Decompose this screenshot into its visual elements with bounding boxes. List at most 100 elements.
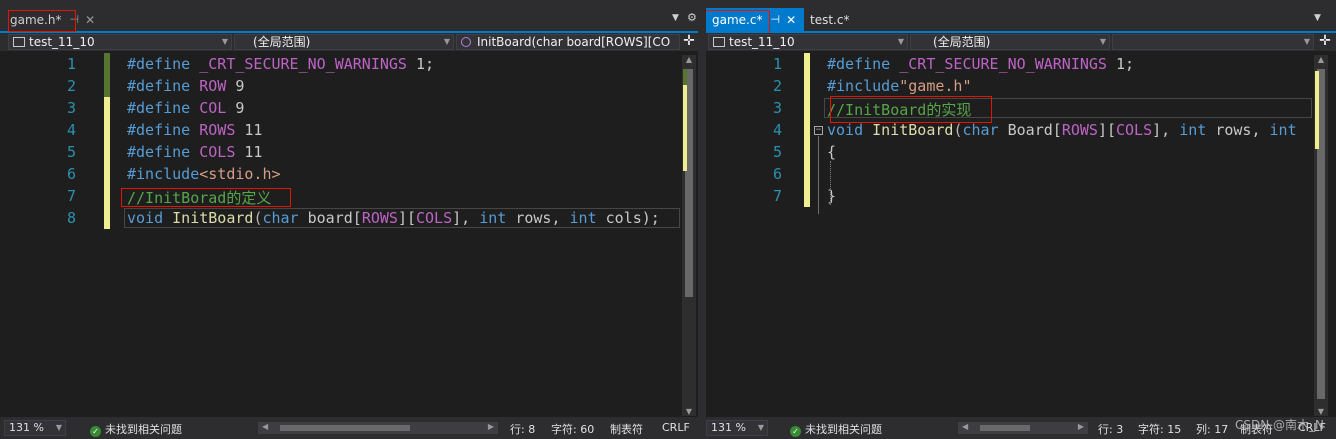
vertical-scrollbar[interactable]: ▲ ▼	[682, 55, 696, 416]
change-marker	[104, 53, 110, 75]
right-code-editor[interactable]: 1 #define _CRT_SECURE_NO_WARNINGS 1; 2 #inc…	[706, 53, 1336, 416]
line-number: 1	[66, 55, 76, 73]
chevron-down-icon: ▼	[897, 37, 904, 46]
project-combo[interactable]: test_11_10 ▼	[708, 34, 908, 50]
line-indicator[interactable]: 行: 8	[510, 421, 535, 437]
change-marker	[1315, 71, 1319, 149]
scroll-right-icon[interactable]: ▶	[488, 422, 494, 431]
code-token: InitBoard	[872, 121, 954, 139]
zoom-combo[interactable]: 131 % ▼	[706, 420, 768, 436]
code-token: char	[962, 121, 1008, 139]
code-line[interactable]: }	[827, 187, 836, 205]
horizontal-scrollbar[interactable]: ◀ ▶	[258, 422, 498, 434]
line-indicator[interactable]: 行: 3	[1098, 421, 1123, 437]
change-marker	[804, 53, 810, 75]
code-token: "game.h"	[899, 77, 972, 95]
change-marker	[104, 163, 110, 185]
code-line[interactable]: #define ROW 9	[127, 77, 244, 95]
code-token: #define	[127, 77, 200, 95]
pin-icon[interactable]: ⊣	[770, 13, 780, 26]
brace-guide	[830, 161, 831, 205]
left-code-editor[interactable]: 1 #define _CRT_SECURE_NO_WARNINGS 1; 2 #def…	[0, 53, 698, 416]
code-token: _CRT_SECURE_NO_WARNINGS	[199, 55, 407, 73]
tab-list-dropdown-icon[interactable]: ▼	[672, 13, 679, 23]
member-combo[interactable]: ▼	[1112, 34, 1314, 50]
close-icon[interactable]: ✕	[786, 13, 796, 27]
scroll-down-icon[interactable]: ▼	[682, 407, 696, 416]
left-editor-pane: game.h* ⊣ ✕ ▼ ⚙ test_11_10 ▼ (全局范围) ▼ Init…	[0, 0, 698, 439]
scope-combo[interactable]: (全局范围) ▼	[910, 34, 1110, 50]
gear-icon[interactable]: ⚙	[687, 11, 697, 24]
code-line[interactable]: #define _CRT_SECURE_NO_WARNINGS 1;	[127, 55, 434, 73]
split-window-icon[interactable]: ✛	[682, 34, 696, 50]
line-number: 5	[772, 143, 782, 161]
code-line[interactable]: #define ROWS 11	[127, 121, 262, 139]
project-icon	[713, 37, 725, 47]
check-icon: ✓	[90, 426, 101, 437]
member-combo[interactable]: InitBoard(char board[ROWS][CO	[456, 34, 680, 50]
change-marker	[804, 185, 810, 207]
scroll-thumb[interactable]	[280, 425, 410, 431]
code-token: #define	[127, 55, 200, 73]
code-token: rows,	[1215, 121, 1270, 139]
code-line[interactable]: #define _CRT_SECURE_NO_WARNINGS 1;	[827, 55, 1134, 73]
highlight-box	[121, 188, 291, 207]
scroll-thumb[interactable]	[980, 425, 1030, 431]
line-number: 8	[66, 209, 76, 227]
project-combo[interactable]: test_11_10 ▼	[8, 34, 232, 50]
tabs-indicator[interactable]: 制表符	[610, 421, 643, 437]
current-line-highlight	[124, 208, 680, 228]
zoom-combo[interactable]: 131 % ▼	[4, 420, 66, 436]
char-indicator[interactable]: 字符: 15	[1138, 421, 1181, 437]
pane-splitter[interactable]	[698, 0, 706, 439]
issues-indicator[interactable]: ✓ 未找到相关问题	[790, 421, 882, 437]
eol-indicator[interactable]: CRLF	[662, 421, 690, 434]
chevron-down-icon: ▼	[55, 423, 62, 432]
code-token: #include	[127, 165, 200, 183]
horizontal-scrollbar[interactable]: ◀ ▶	[958, 422, 1088, 434]
code-line[interactable]: {	[827, 143, 836, 161]
code-token: <stdio.h>	[199, 165, 281, 183]
code-token: #define	[127, 99, 200, 117]
change-marker	[104, 185, 110, 207]
col-indicator[interactable]: 列: 17	[1196, 421, 1228, 437]
code-token: int	[1269, 121, 1297, 139]
change-marker	[804, 75, 810, 97]
scroll-up-icon[interactable]: ▲	[1314, 55, 1328, 64]
scroll-right-icon[interactable]: ▶	[1078, 422, 1084, 431]
scope-combo[interactable]: (全局范围) ▼	[234, 34, 454, 50]
code-line[interactable]: #define COL 9	[127, 99, 244, 117]
line-number: 4	[772, 121, 782, 139]
scroll-left-icon[interactable]: ◀	[262, 422, 268, 431]
scroll-down-icon[interactable]: ▼	[1314, 407, 1328, 416]
code-token: 11	[235, 143, 263, 161]
code-line[interactable]: #include"game.h"	[827, 77, 972, 95]
split-window-icon[interactable]: ✛	[1318, 34, 1332, 50]
chevron-down-icon: ▼	[1099, 37, 1106, 46]
code-line[interactable]: void InitBoard(char Board[ROWS][COLS], i…	[827, 121, 1297, 139]
tab-test-c[interactable]: test.c*	[804, 8, 855, 31]
code-token: #define	[127, 143, 200, 161]
scroll-up-icon[interactable]: ▲	[682, 55, 696, 64]
scroll-left-icon[interactable]: ◀	[962, 422, 968, 431]
line-number: 3	[66, 99, 76, 117]
close-icon[interactable]: ✕	[85, 13, 95, 27]
tab-list-dropdown-icon[interactable]: ▼	[1314, 13, 1321, 23]
code-token: COLS	[199, 143, 236, 161]
fold-guide	[818, 136, 819, 214]
code-token: #include	[827, 77, 900, 95]
code-token: {	[827, 143, 837, 161]
code-token: ROWS	[1061, 121, 1098, 139]
line-number: 7	[66, 187, 76, 205]
code-token: 11	[235, 121, 263, 139]
change-marker	[804, 163, 810, 185]
change-marker	[104, 75, 110, 97]
code-token: Board[	[1007, 121, 1062, 139]
code-line[interactable]: #define COLS 11	[127, 143, 262, 161]
issues-indicator[interactable]: ✓ 未找到相关问题	[90, 421, 182, 437]
line-number: 2	[772, 77, 782, 95]
code-line[interactable]: #include<stdio.h>	[127, 165, 281, 183]
vertical-scrollbar[interactable]: ▲ ▼	[1314, 55, 1328, 416]
char-indicator[interactable]: 字符: 60	[551, 421, 594, 437]
collapse-icon[interactable]: −	[814, 126, 823, 135]
